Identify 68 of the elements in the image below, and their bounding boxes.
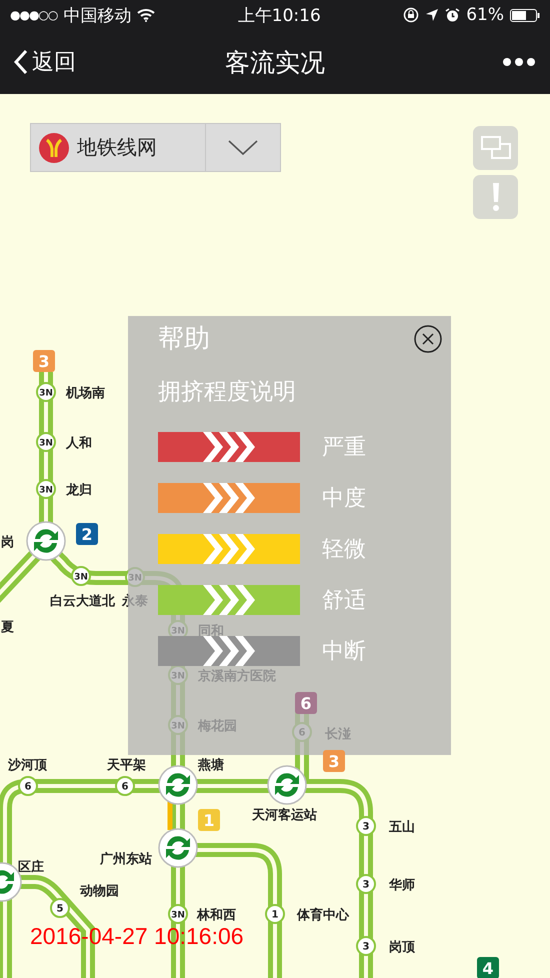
station-marker[interactable]: 6 [18,776,38,796]
back-button[interactable]: 返回 [14,47,76,77]
station-marker[interactable]: 3 [356,936,376,956]
crowding-level-label: 中度 [322,485,366,513]
station-marker[interactable]: 3N [36,432,56,452]
station-name[interactable]: 动物园 [80,884,119,899]
transfer-station-icon[interactable] [267,765,307,805]
station-marker[interactable]: 3 [356,874,376,894]
line-number-badge: 6 [295,692,317,714]
crowding-level-label: 严重 [322,434,366,462]
station-name[interactable]: 机场南 [66,386,105,401]
station-name[interactable]: 沙河顶 [8,758,47,773]
page-title: 客流实况 [225,48,325,76]
station-marker[interactable]: 1 [265,904,285,924]
transfer-station-icon[interactable] [158,765,198,805]
wifi-icon [137,8,156,22]
station-name[interactable]: 广州东站 [100,852,152,867]
metro-logo-icon [39,132,69,162]
station-name[interactable]: 岗 [1,535,14,550]
dialog-subtitle: 拥挤程度说明 [158,378,297,407]
station-marker[interactable]: 3N [36,479,56,499]
dialog-title: 帮助 [158,324,210,356]
alarm-clock-icon [445,8,460,22]
crowding-level-label: 中断 [322,638,366,666]
station-name[interactable]: 人和 [66,436,92,451]
more-icon[interactable] [502,57,536,67]
switch-view-button[interactable] [473,126,518,170]
line-number-badge: 3 [33,350,55,372]
carrier-name: 中国移动 [63,4,132,26]
station-name[interactable]: 岗顶 [389,940,415,955]
crowding-level-label: 轻微 [322,536,366,564]
station-name[interactable]: 燕塘 [198,758,224,773]
transfer-station-icon[interactable] [158,828,198,868]
chevron-left-icon [14,49,28,75]
station-marker[interactable]: 3 [356,816,376,836]
station-name[interactable]: 天河客运站 [252,808,317,823]
station-marker[interactable]: 3N [36,382,56,402]
line-number-badge: 4 [477,957,499,978]
station-name[interactable]: 华师 [389,878,415,893]
station-marker[interactable]: 3N [168,904,188,924]
chevron-down-icon [228,140,258,156]
close-icon[interactable] [413,324,443,354]
line-number-badge: 2 [76,523,98,545]
clock-time: 上午10:16 [238,4,321,26]
station-name[interactable]: 白云大道北 [50,594,115,609]
station-name[interactable]: 五山 [389,820,415,835]
transfer-station-icon[interactable] [26,521,66,561]
exclamation-icon [490,182,500,212]
line-number-badge: 3 [323,750,345,772]
battery-icon [510,8,540,22]
station-name[interactable]: 天平架 [107,758,146,773]
station-marker[interactable]: 6 [115,776,135,796]
dropdown-label: 地铁线网 [77,134,157,161]
station-name[interactable]: 体育中心 [297,908,349,923]
location-arrow-icon [425,8,440,22]
signal-strength: ●●●○○ [10,8,58,22]
station-marker[interactable]: 3N [71,566,91,586]
battery-percent: 61% [466,5,504,25]
line-network-dropdown[interactable]: 地铁线网 [30,123,281,172]
line-number-badge: 1 [198,809,220,831]
station-name[interactable]: 龙归 [66,483,92,498]
rotation-lock-icon [403,7,420,23]
crowding-level-label: 舒适 [322,587,366,615]
station-marker[interactable]: 5 [50,898,70,918]
station-name[interactable]: 区庄 [18,860,44,875]
station-name[interactable]: 夏 [1,620,14,635]
two-squares-icon [480,136,510,160]
station-name[interactable]: 林和西 [197,908,236,923]
